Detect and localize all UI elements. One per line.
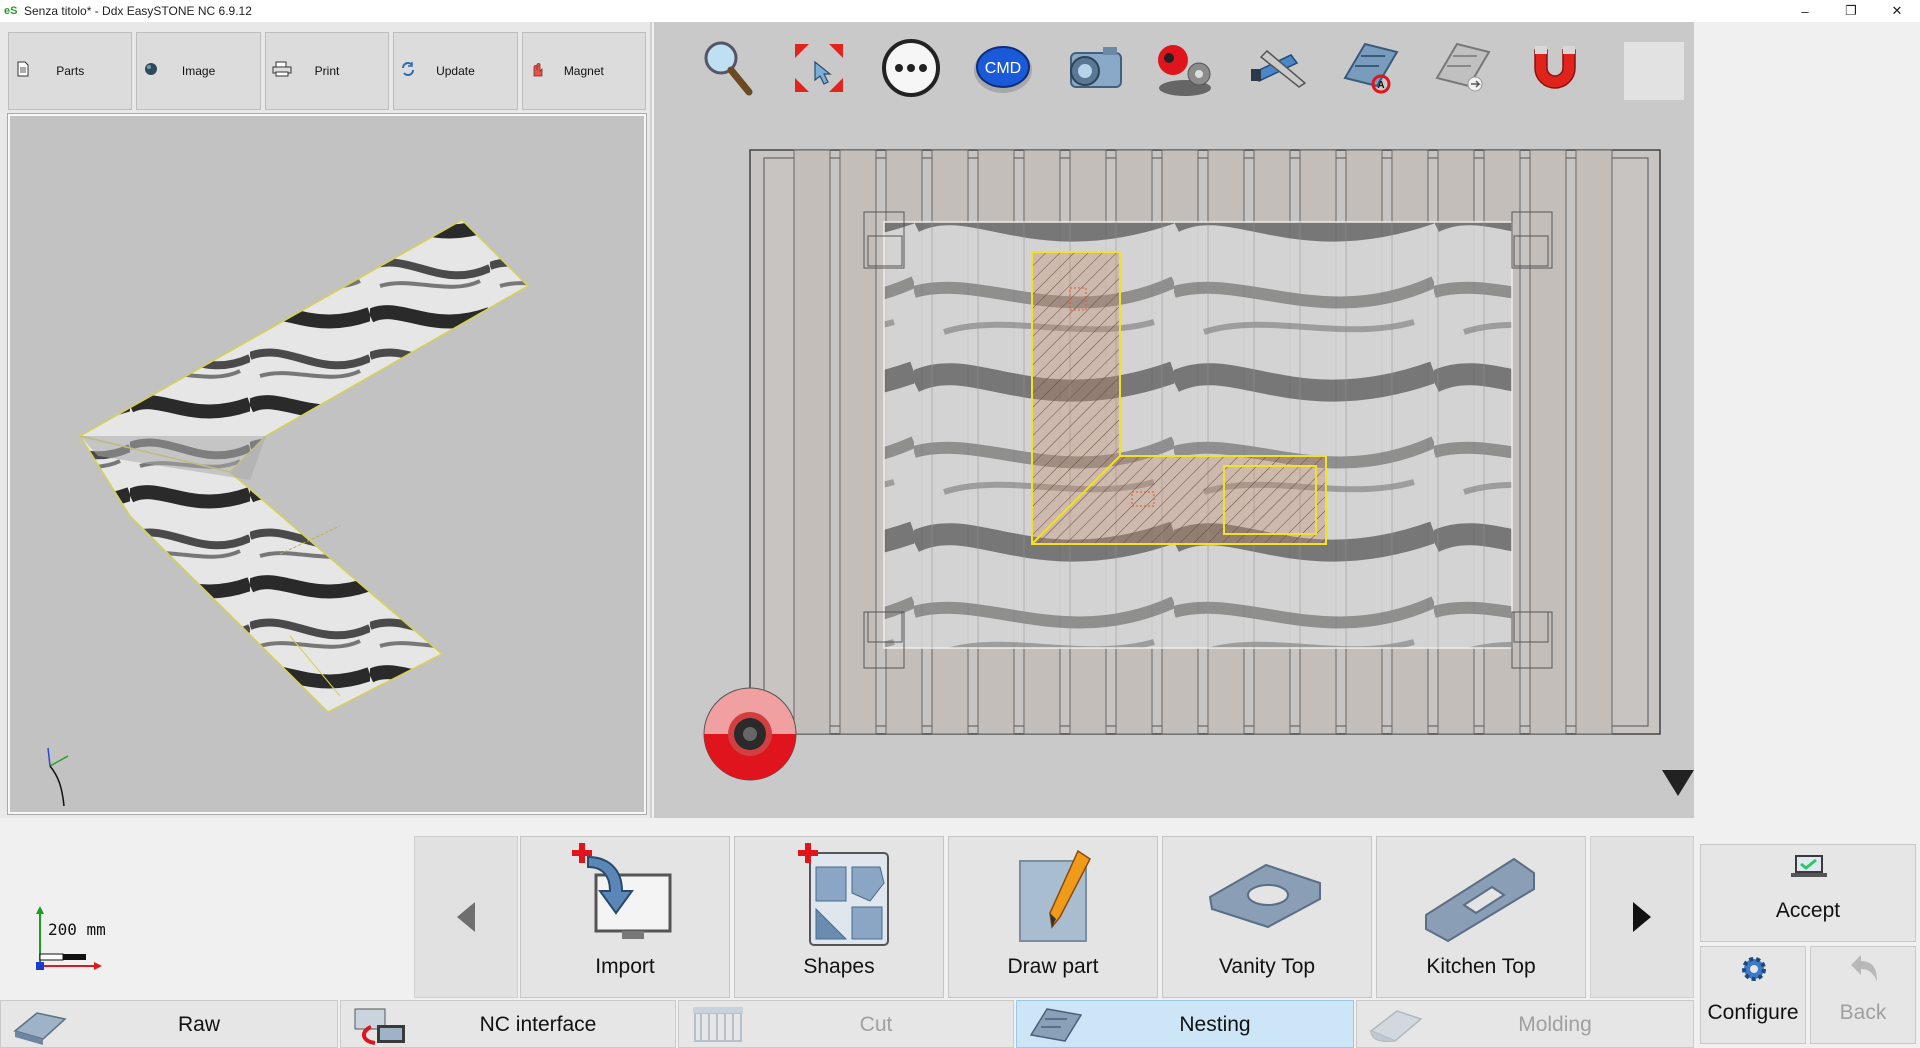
back-button[interactable]: Back [1810, 946, 1916, 1044]
molding-tab[interactable]: Molding [1356, 1000, 1694, 1048]
nesting-tab-label: Nesting [1179, 1013, 1251, 1036]
kitchen-top-label: Kitchen Top [1426, 955, 1536, 978]
3d-preview[interactable] [7, 113, 647, 815]
back-arrow-icon [1851, 955, 1877, 981]
scale-label: 200 mm [48, 920, 106, 939]
kitchen-top-button[interactable]: Kitchen Top [1376, 836, 1586, 998]
nc-interface-tab[interactable]: NC interface [340, 1000, 676, 1048]
minimize-button[interactable]: – [1782, 0, 1828, 22]
import-icon [572, 843, 672, 939]
chevron-left-icon [457, 902, 475, 932]
vanity-top-icon [1208, 863, 1321, 929]
nc-interface-tab-label: NC interface [479, 1013, 597, 1036]
raw-tab[interactable]: Raw [0, 1000, 338, 1048]
configure-button[interactable]: Configure [1700, 946, 1806, 1044]
back-label: Back [1839, 1001, 1887, 1024]
update-tab[interactable]: Update [393, 32, 518, 110]
molding-tab-label: Molding [1518, 1013, 1592, 1036]
cut-tab-label: Cut [859, 1013, 893, 1036]
shapes-icon [798, 843, 889, 946]
accept-button[interactable]: Accept [1700, 844, 1916, 942]
window-controls: – ❐ ✕ [1782, 0, 1920, 22]
scroll-left-button[interactable] [414, 836, 518, 998]
chevron-right-icon [1633, 902, 1651, 932]
expand-down-icon[interactable] [1662, 770, 1694, 796]
axis-gizmo [47, 747, 69, 807]
scale-indicator [36, 906, 102, 970]
app-window: eS Senza titolo* - Ddx EasySTONE NC 6.9.… [0, 0, 1920, 1048]
sphere-icon [143, 61, 159, 77]
printer-icon [272, 61, 292, 77]
import-button[interactable]: Import [520, 836, 730, 998]
document-icon [15, 61, 31, 77]
raw-tab-label: Raw [177, 1013, 220, 1036]
cut-tab[interactable]: Cut [678, 1000, 1014, 1048]
refresh-icon [400, 61, 416, 77]
left-tab-bar: Parts Image Print Update Magnet [8, 32, 647, 112]
nesting-work-area: CMD A [654, 22, 1694, 836]
rotation-dial[interactable] [703, 687, 797, 781]
left-panel: Parts Image Print Update Magnet [0, 22, 652, 818]
kitchen-top-icon [1425, 857, 1535, 943]
configure-label: Configure [1707, 1001, 1799, 1024]
machine-table [703, 149, 1661, 781]
shapes-label: Shapes [803, 955, 875, 978]
draw-part-label: Draw part [1007, 955, 1099, 978]
easystone-icon: eS [4, 5, 18, 17]
accept-laptop-icon [1791, 855, 1827, 877]
hand-icon [529, 61, 545, 77]
nesting-tab[interactable]: Nesting [1016, 1000, 1354, 1048]
parts-tab[interactable]: Parts [8, 32, 133, 110]
vanity-top-button[interactable]: Vanity Top [1162, 836, 1372, 998]
accept-label: Accept [1775, 899, 1841, 922]
scroll-right-button[interactable] [1590, 836, 1694, 998]
draw-part-button[interactable]: Draw part [948, 836, 1158, 998]
title-bar: eS Senza titolo* - Ddx EasySTONE NC 6.9.… [0, 0, 1920, 22]
right-side-panel [1696, 22, 1920, 836]
window-title: Senza titolo* - Ddx EasySTONE NC 6.9.12 [24, 4, 252, 18]
vanity-top-label: Vanity Top [1218, 955, 1316, 978]
image-tab[interactable]: Image [136, 32, 261, 110]
magnet-tab[interactable]: Magnet [521, 32, 647, 110]
shapes-button[interactable]: Shapes [734, 836, 944, 998]
gear-icon [1742, 957, 1766, 981]
print-tab[interactable]: Print [264, 32, 390, 110]
close-button[interactable]: ✕ [1874, 0, 1920, 22]
maximize-button[interactable]: ❐ [1828, 0, 1874, 22]
import-label: Import [595, 955, 655, 978]
draw-part-icon [1019, 849, 1091, 942]
